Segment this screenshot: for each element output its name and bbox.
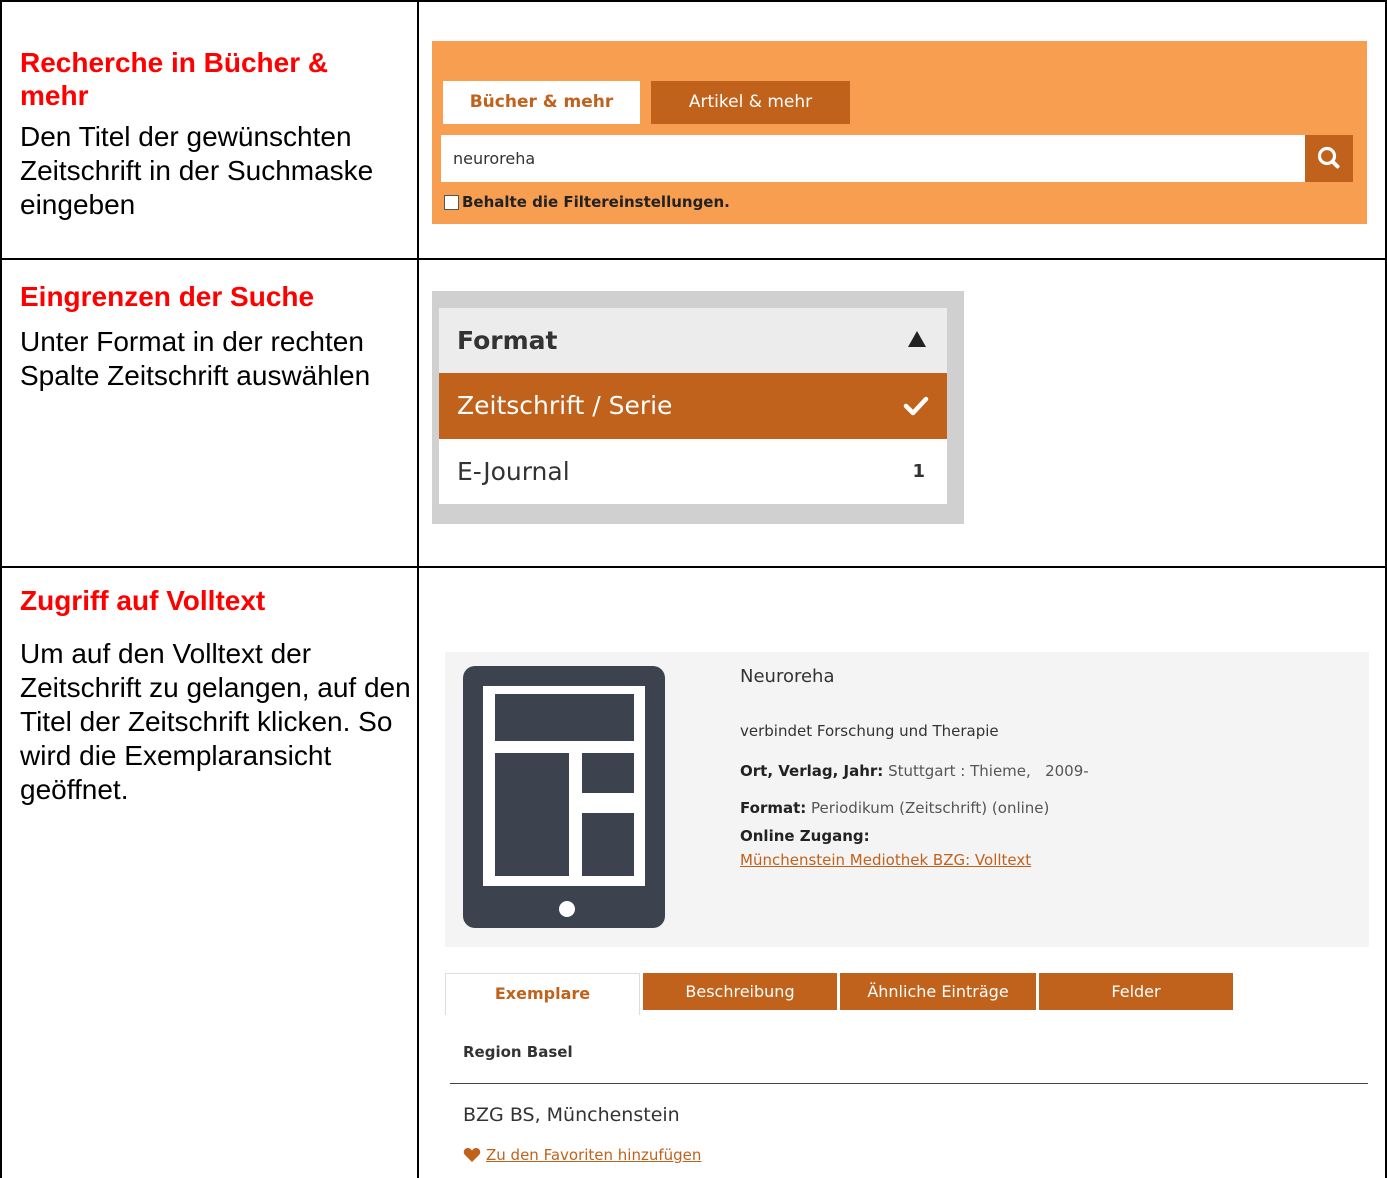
search-panel: Bücher & mehr Artikel & mehr Behalte die… — [432, 41, 1367, 224]
row-2-description: Unter Format in der rechten Spalte Zeits… — [20, 326, 371, 391]
record-online-label-text: Online Zugang: — [740, 827, 870, 845]
tab-exemplare[interactable]: Exemplare — [445, 973, 640, 1015]
triangle-up-icon — [908, 331, 926, 347]
tab-aehnliche-eintraege[interactable]: Ähnliche Einträge — [840, 973, 1036, 1010]
format-facet-title: Format — [457, 326, 558, 355]
row-3-heading: Zugriff auf Volltext — [20, 585, 266, 616]
facet-item-count: 1 — [912, 461, 925, 482]
check-icon — [903, 396, 929, 416]
facet-item-label: E-Journal — [457, 457, 570, 486]
record-publisher-value: Stuttgart : Thieme, 2009- — [888, 762, 1089, 780]
search-input[interactable] — [441, 135, 1307, 182]
row-1-text: Recherche in Bücher & mehr Den Titel der… — [20, 46, 415, 222]
row-3-text: Zugriff auf Volltext Um auf den Volltext… — [20, 584, 415, 807]
format-facet-panel: Format Zeitschrift / Serie E-Journal 1 — [432, 291, 964, 524]
keep-filters-label: Behalte die Filtereinstellungen. — [462, 193, 730, 211]
search-button[interactable] — [1305, 135, 1353, 182]
record-online-label: Online Zugang: — [740, 827, 870, 845]
region-divider — [450, 1083, 1368, 1084]
facet-item-zeitschrift-serie[interactable]: Zeitschrift / Serie — [439, 373, 947, 439]
keep-filters-checkbox[interactable] — [444, 194, 459, 210]
tablet-icon — [463, 666, 665, 928]
row-divider-1 — [0, 258, 1387, 260]
row-1-heading: Recherche in Bücher & mehr — [20, 47, 329, 111]
search-icon — [1317, 146, 1340, 169]
table-border-left — [0, 0, 2, 1178]
row-3-description: Um auf den Volltext der Zeitschrift zu g… — [20, 638, 411, 805]
add-favorite-row[interactable]: Zu den Favoriten hinzufügen — [463, 1146, 701, 1164]
column-divider — [417, 0, 419, 1178]
holdings-location: BZG BS, Münchenstein — [463, 1104, 680, 1126]
row-2-heading: Eingrenzen der Suche — [20, 281, 315, 312]
add-favorite-link[interactable]: Zu den Favoriten hinzufügen — [486, 1146, 701, 1164]
fulltext-link[interactable]: Münchenstein Mediothek BZG: Volltext — [740, 851, 1031, 869]
tab-felder[interactable]: Felder — [1039, 973, 1233, 1010]
tab-artikel-und-mehr[interactable]: Artikel & mehr — [651, 81, 850, 124]
facet-item-e-journal[interactable]: E-Journal 1 — [439, 439, 947, 504]
row-divider-2 — [0, 566, 1387, 568]
format-facet-header[interactable]: Format — [439, 308, 947, 373]
record-online-link-row: Münchenstein Mediothek BZG: Volltext — [740, 851, 1031, 869]
row-1-description: Den Titel der gewünschten Zeitschrift in… — [20, 121, 374, 220]
heart-icon — [463, 1148, 481, 1162]
row-2-text: Eingrenzen der Suche Unter Format in der… — [20, 280, 415, 393]
table-border-top — [0, 0, 1387, 2]
holdings-region: Region Basel — [463, 1043, 573, 1061]
record-publisher-row: Ort, Verlag, Jahr: Stuttgart : Thieme, 2… — [740, 762, 1089, 780]
record-subtitle: verbindet Forschung und Therapie — [740, 722, 999, 740]
tab-beschreibung[interactable]: Beschreibung — [643, 973, 837, 1010]
record-format-label: Format: — [740, 799, 807, 817]
facet-item-label: Zeitschrift / Serie — [457, 391, 673, 420]
record-title[interactable]: Neuroreha — [740, 666, 834, 687]
record-summary: Neuroreha verbindet Forschung und Therap… — [445, 652, 1369, 947]
keep-filters-row[interactable]: Behalte die Filtereinstellungen. — [444, 192, 730, 212]
record-publisher-label: Ort, Verlag, Jahr: — [740, 762, 884, 780]
record-format-value: Periodikum (Zeitschrift) (online) — [811, 799, 1050, 817]
tab-buecher-und-mehr[interactable]: Bücher & mehr — [443, 81, 640, 124]
record-format-row: Format: Periodikum (Zeitschrift) (online… — [740, 799, 1049, 817]
